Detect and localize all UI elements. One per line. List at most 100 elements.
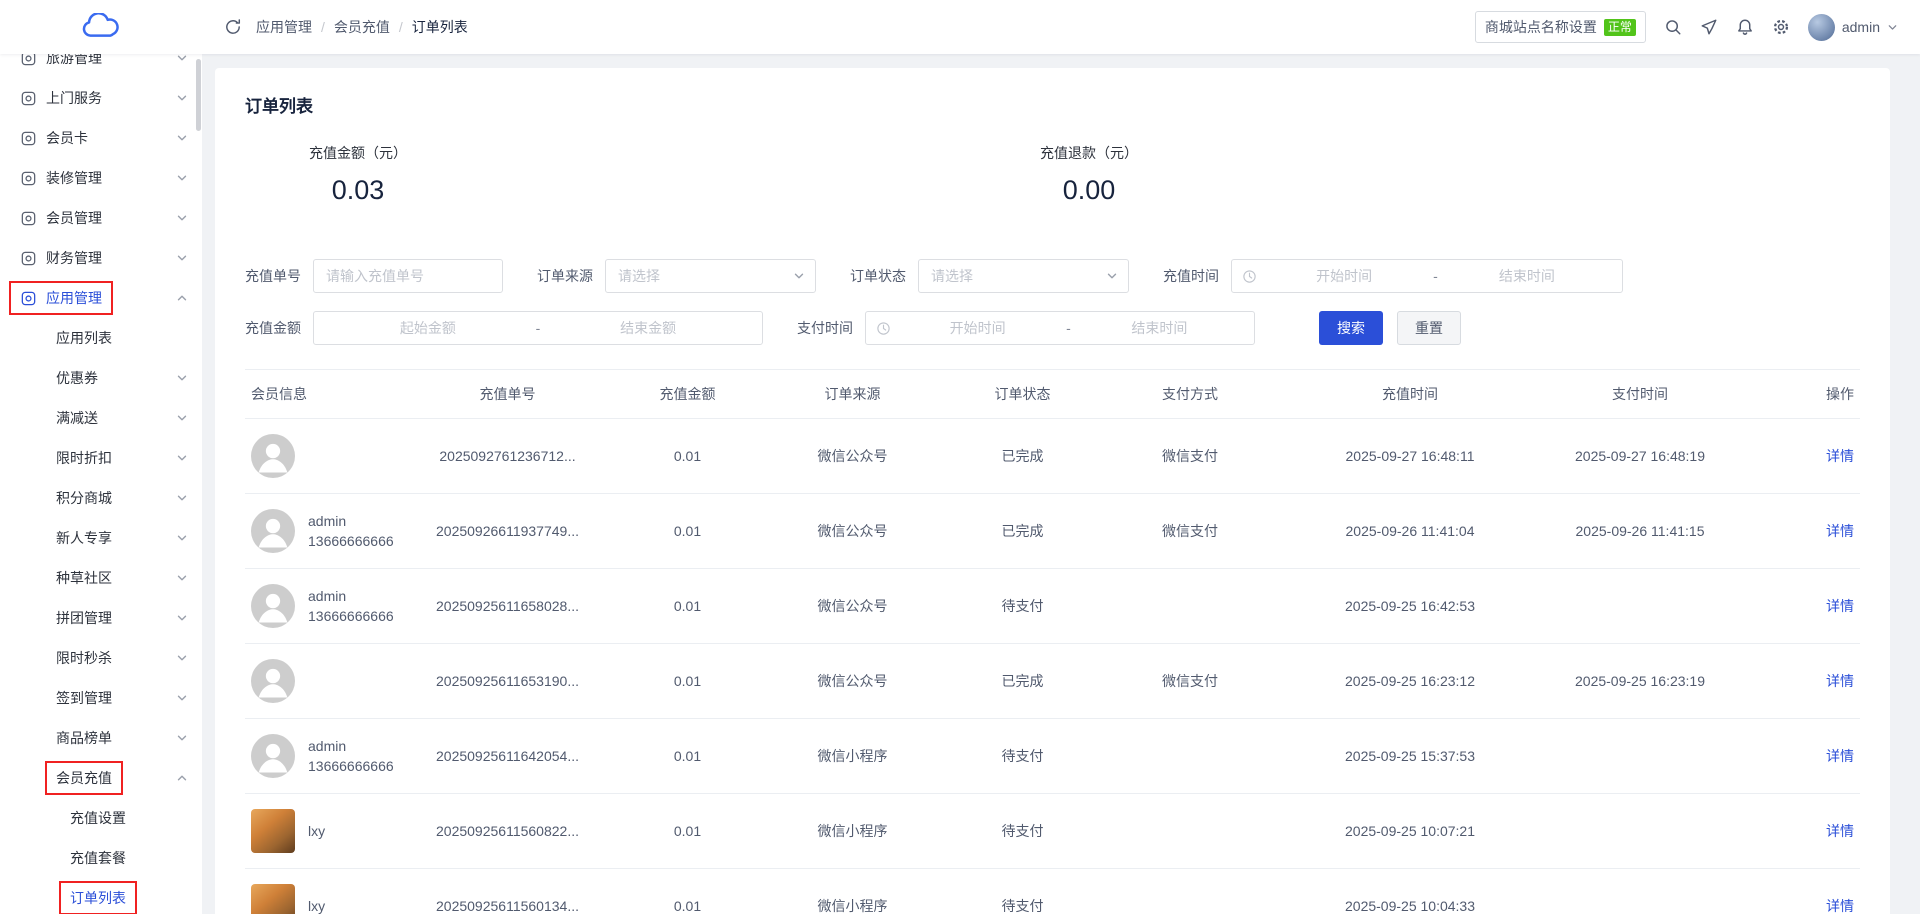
sidebar-item-label: 拼团管理	[56, 608, 112, 628]
amount-end-input[interactable]	[544, 320, 752, 336]
sidebar-item-full-discount[interactable]: 满减送	[0, 398, 202, 438]
recharge-time-end-input[interactable]	[1442, 268, 1612, 284]
sidebar-item-app-list[interactable]: 应用列表	[0, 318, 202, 358]
table-row: admin13666666666 20250926611937749... 0.…	[245, 494, 1860, 569]
recharge-time-cell: 2025-09-25 10:04:33	[1265, 898, 1555, 914]
pay-time-end-input[interactable]	[1075, 320, 1244, 336]
main-content: 订单列表 充值金额（元） 0.03 充值退款（元） 0.00 充值单号	[202, 54, 1920, 914]
sidebar-item-label: 装修管理	[46, 168, 102, 188]
detail-link[interactable]: 详情	[1826, 448, 1854, 464]
chevron-down-icon	[1887, 22, 1898, 33]
app-manage-icon	[20, 290, 37, 307]
col-source: 订单来源	[775, 384, 930, 404]
topbar-right: 商城站点名称设置 正常	[1475, 11, 1898, 43]
site-status-badge: 正常	[1604, 19, 1636, 36]
member-phone: 13666666666	[308, 531, 394, 551]
sidebar-item-coupon[interactable]: 优惠券	[0, 358, 202, 398]
recharge-time-range-picker: -	[1231, 259, 1623, 293]
finance-icon	[20, 250, 37, 267]
order-source-label: 订单来源	[537, 266, 593, 286]
amount-cell: 0.01	[600, 523, 775, 539]
sidebar-item-time-discount[interactable]: 限时折扣	[0, 438, 202, 478]
detail-link[interactable]: 详情	[1826, 673, 1854, 689]
username: admin	[1842, 19, 1880, 35]
sidebar-item-door-service[interactable]: 上门服务	[0, 78, 202, 118]
search-icon[interactable]	[1664, 18, 1682, 36]
annotation-red-box: 会员充值	[45, 761, 123, 795]
chevron-down-icon	[1106, 270, 1118, 282]
bell-icon[interactable]	[1736, 18, 1754, 36]
member-avatar-default	[251, 434, 295, 478]
breadcrumb-separator: /	[321, 19, 325, 35]
sidebar-item-sign-in[interactable]: 签到管理	[0, 678, 202, 718]
sidebar-item-recharge-setting[interactable]: 充值设置	[0, 798, 202, 838]
sidebar-item-finance[interactable]: 财务管理	[0, 238, 202, 278]
detail-link[interactable]: 详情	[1826, 823, 1854, 839]
sidebar-item-ranking[interactable]: 商品榜单	[0, 718, 202, 758]
order-status-select[interactable]: 请选择	[918, 259, 1129, 293]
range-separator: -	[1429, 268, 1442, 284]
pay-time-start-input[interactable]	[893, 320, 1062, 336]
recharge-time-start-input[interactable]	[1259, 268, 1429, 284]
sidebar-item-label: 种草社区	[56, 568, 112, 588]
source-cell: 微信小程序	[775, 746, 930, 766]
sidebar-item-points-mall[interactable]: 积分商城	[0, 478, 202, 518]
member-avatar-default	[251, 509, 295, 553]
sidebar-item-label: 充值设置	[70, 808, 126, 828]
chevron-down-icon	[176, 212, 188, 224]
sidebar-item-newcomer[interactable]: 新人专享	[0, 518, 202, 558]
stat-recharge-refund: 充值退款（元） 0.00	[1040, 143, 1138, 206]
breadcrumb-item[interactable]: 会员充值	[334, 17, 390, 37]
source-cell: 微信公众号	[775, 671, 930, 691]
col-amount: 充值金额	[600, 384, 775, 404]
detail-link[interactable]: 详情	[1826, 748, 1854, 764]
page-title: 订单列表	[245, 92, 1860, 117]
detail-link[interactable]: 详情	[1826, 598, 1854, 614]
sidebar-item-app-manage[interactable]: 应用管理	[0, 278, 202, 318]
chevron-down-icon	[176, 54, 188, 64]
reset-button[interactable]: 重置	[1397, 311, 1461, 345]
pay-time-label: 支付时间	[797, 318, 853, 338]
gear-icon[interactable]	[1772, 18, 1790, 36]
recharge-no-label: 充值单号	[245, 266, 301, 286]
source-cell: 微信小程序	[775, 896, 930, 914]
sidebar-item-flash-sale[interactable]: 限时秒杀	[0, 638, 202, 678]
sidebar-item-label: 限时秒杀	[56, 648, 112, 668]
search-button[interactable]: 搜索	[1319, 311, 1383, 345]
member-name: lxy	[308, 821, 325, 841]
sidebar-item-member-manage[interactable]: 会员管理	[0, 198, 202, 238]
recharge-no-input[interactable]	[326, 268, 490, 284]
order-list-card: 订单列表 充值金额（元） 0.03 充值退款（元） 0.00 充值单号	[215, 68, 1890, 914]
sidebar-item-label: 旅游管理	[46, 54, 102, 68]
range-separator: -	[532, 320, 545, 336]
detail-link[interactable]: 详情	[1826, 523, 1854, 539]
recharge-no-field	[313, 259, 503, 293]
refresh-icon[interactable]	[224, 18, 242, 36]
sidebar-item-label: 会员充值	[56, 768, 112, 788]
chevron-down-icon	[793, 270, 805, 282]
chevron-down-icon	[176, 732, 188, 744]
amount-start-input[interactable]	[324, 320, 532, 336]
topbar: 应用管理 / 会员充值 / 订单列表 商城站点名称设置 正常	[0, 0, 1920, 54]
logo[interactable]	[0, 0, 202, 54]
user-menu[interactable]: admin	[1808, 14, 1898, 41]
quick-nav-icon[interactable]	[1700, 18, 1718, 36]
sidebar-item-member-card[interactable]: 会员卡	[0, 118, 202, 158]
sidebar-item-travel[interactable]: 旅游管理	[0, 54, 202, 78]
sidebar-item-recharge-package[interactable]: 充值套餐	[0, 838, 202, 878]
site-name-settings-button[interactable]: 商城站点名称设置 正常	[1475, 11, 1646, 43]
sidebar-item-community[interactable]: 种草社区	[0, 558, 202, 598]
sidebar-item-order-list[interactable]: 订单列表	[0, 878, 202, 914]
sidebar-scrollbar[interactable]	[196, 59, 201, 131]
chevron-up-icon	[176, 292, 188, 304]
status-cell: 待支付	[930, 746, 1115, 766]
sidebar-item-fitment[interactable]: 装修管理	[0, 158, 202, 198]
table-row: admin13666666666 20250925611658028... 0.…	[245, 569, 1860, 644]
order-source-select[interactable]: 请选择	[605, 259, 816, 293]
sidebar-item-member-recharge[interactable]: 会员充值	[0, 758, 202, 798]
sidebar-item-groupon[interactable]: 拼团管理	[0, 598, 202, 638]
breadcrumb-item[interactable]: 应用管理	[256, 17, 312, 37]
detail-link[interactable]: 详情	[1826, 898, 1854, 914]
pay-method-cell: 微信支付	[1115, 446, 1265, 466]
topbar-main: 应用管理 / 会员充值 / 订单列表 商城站点名称设置 正常	[202, 0, 1920, 54]
